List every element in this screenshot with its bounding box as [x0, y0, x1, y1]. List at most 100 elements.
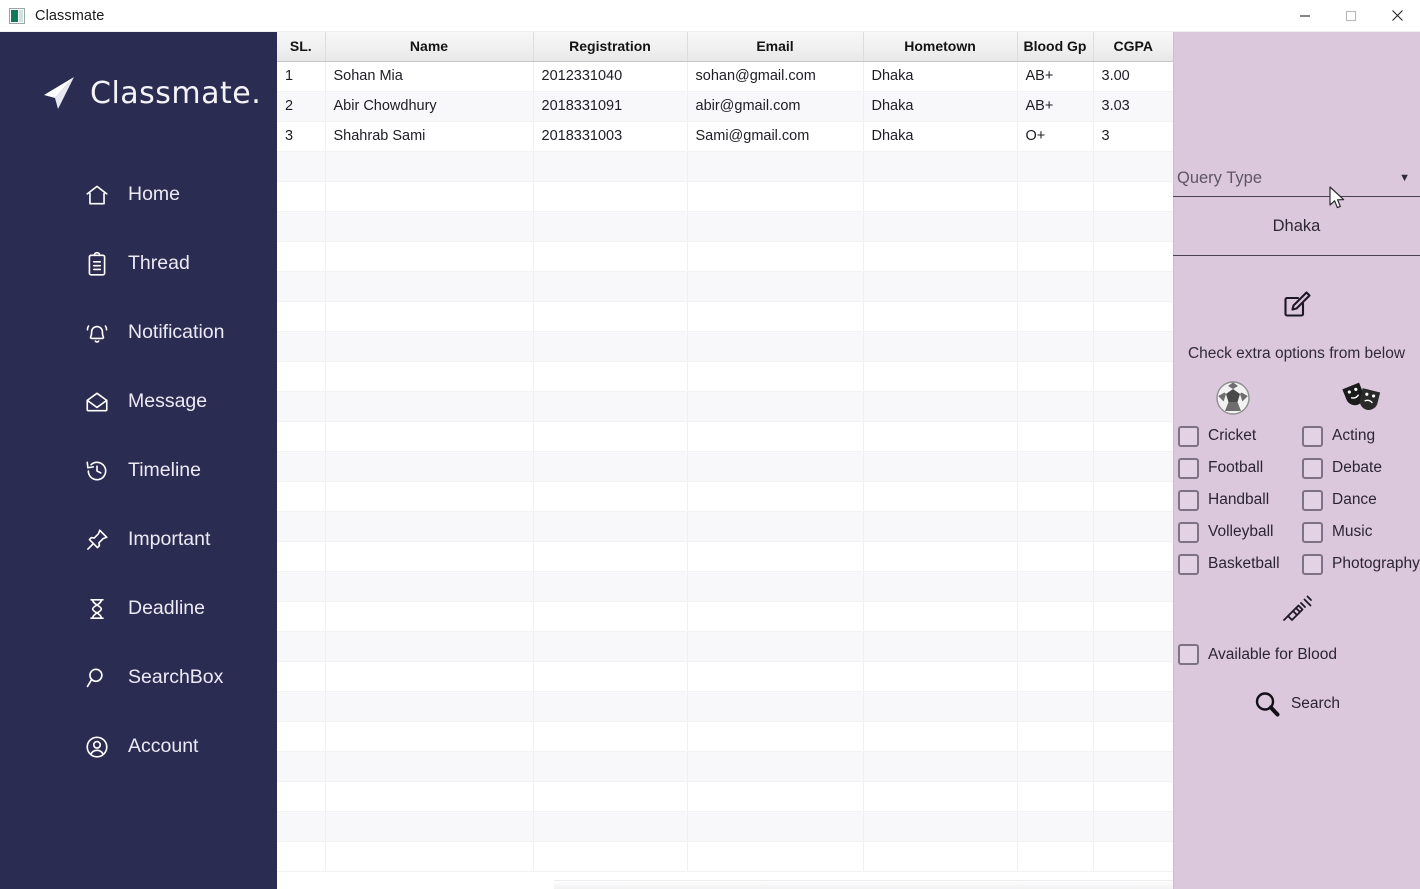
- query-value-input[interactable]: Dhaka: [1173, 197, 1420, 256]
- cell-blood-gp: O+: [1017, 121, 1094, 152]
- cell-empty: [1093, 811, 1173, 842]
- cell-blood-gp: AB+: [1017, 61, 1094, 92]
- column-header-registration[interactable]: Registration: [533, 32, 688, 62]
- checkbox[interactable]: [1302, 425, 1323, 447]
- sidebar-item-notification[interactable]: Notification: [0, 298, 277, 367]
- table-row-empty[interactable]: [277, 361, 1173, 392]
- cell-empty: [687, 301, 864, 332]
- cell-empty: [533, 151, 688, 182]
- edit-button[interactable]: [1173, 290, 1420, 318]
- cell-empty: [1093, 601, 1173, 632]
- table-row-empty[interactable]: [277, 181, 1173, 212]
- cell-empty: [863, 451, 1018, 482]
- checkbox[interactable]: [1178, 457, 1199, 479]
- checkbox[interactable]: [1302, 521, 1323, 543]
- table-row-empty[interactable]: [277, 721, 1173, 752]
- sidebar-item-message[interactable]: Message: [0, 367, 277, 436]
- query-type-dropdown[interactable]: Query Type ▼: [1173, 160, 1420, 197]
- minimize-button[interactable]: [1282, 0, 1328, 32]
- column-header-cgpa[interactable]: CGPA: [1093, 32, 1173, 62]
- cell-name: Sohan Mia: [325, 61, 534, 92]
- checkbox[interactable]: [1178, 553, 1199, 575]
- table-row-empty[interactable]: [277, 151, 1173, 182]
- table-row-empty[interactable]: [277, 661, 1173, 692]
- table-row-empty[interactable]: [277, 781, 1173, 812]
- close-button[interactable]: [1374, 0, 1420, 32]
- cell-empty: [277, 421, 326, 452]
- cell-empty: [1017, 421, 1094, 452]
- table-row-empty[interactable]: [277, 271, 1173, 302]
- checkbox[interactable]: [1302, 457, 1323, 479]
- cell-empty: [1017, 271, 1094, 302]
- table-row-empty[interactable]: [277, 571, 1173, 602]
- table-row[interactable]: 1 Sohan Mia 2012331040 sohan@gmail.com Dhaka…: [277, 61, 1173, 92]
- extra-options-hint: Check extra options from below: [1187, 345, 1406, 362]
- sidebar-item-home[interactable]: Home: [0, 160, 277, 229]
- student-table-container[interactable]: SL. Name Registration Email Hometown Blo…: [277, 32, 1173, 889]
- cell-empty: [1093, 361, 1173, 392]
- cell-empty: [277, 511, 326, 542]
- sidebar-item-label: Message: [128, 389, 208, 412]
- table-row-empty[interactable]: [277, 241, 1173, 272]
- arts-option-acting[interactable]: Acting: [1297, 420, 1420, 452]
- table-row[interactable]: 2 Abir Chowdhury 2018331091 abir@gmail.com D…: [277, 91, 1173, 122]
- table-row-empty[interactable]: [277, 511, 1173, 542]
- column-header-email[interactable]: Email: [687, 32, 864, 62]
- cell-empty: [863, 751, 1018, 782]
- sidebar-item-timeline[interactable]: Timeline: [0, 436, 277, 505]
- table-row-empty[interactable]: [277, 811, 1173, 842]
- cell-empty: [1093, 691, 1173, 722]
- maximize-button[interactable]: [1328, 0, 1374, 32]
- checkbox[interactable]: [1302, 553, 1323, 575]
- sidebar-item-deadline[interactable]: Deadline: [0, 574, 277, 643]
- available-for-blood-checkbox[interactable]: [1178, 644, 1199, 665]
- theater-masks-icon: [1342, 382, 1381, 410]
- sidebar-item-important[interactable]: Important: [0, 505, 277, 574]
- sidebar-item-searchbox[interactable]: SearchBox: [0, 643, 277, 712]
- search-button[interactable]: Search: [1173, 690, 1420, 718]
- table-row-empty[interactable]: [277, 631, 1173, 662]
- cell-empty: [533, 571, 688, 602]
- sports-option-volleyball[interactable]: Volleyball: [1173, 516, 1297, 548]
- checkbox[interactable]: [1302, 489, 1323, 511]
- cell-empty: [277, 841, 326, 872]
- sports-option-football[interactable]: Football: [1173, 452, 1297, 484]
- table-row-empty[interactable]: [277, 391, 1173, 422]
- cell-empty: [325, 331, 534, 362]
- table-row[interactable]: 3 Shahrab Sami 2018331003 Sami@gmail.com Dha…: [277, 121, 1173, 152]
- column-header-name[interactable]: Name: [325, 32, 534, 62]
- table-row-empty[interactable]: [277, 451, 1173, 482]
- cell-empty: [863, 301, 1018, 332]
- sports-option-cricket[interactable]: Cricket: [1173, 420, 1297, 452]
- cell-empty: [1093, 661, 1173, 692]
- column-header-sl[interactable]: SL.: [277, 32, 326, 62]
- table-row-empty[interactable]: [277, 211, 1173, 242]
- table-row-empty[interactable]: [277, 751, 1173, 782]
- available-for-blood-option[interactable]: Available for Blood: [1178, 644, 1337, 665]
- table-row-empty[interactable]: [277, 331, 1173, 362]
- sidebar-item-thread[interactable]: Thread: [0, 229, 277, 298]
- brand-name: Classmate.: [90, 75, 262, 111]
- table-row-empty[interactable]: [277, 841, 1173, 872]
- cell-empty: [1017, 211, 1094, 242]
- sidebar-item-account[interactable]: Account: [0, 712, 277, 781]
- sports-option-handball[interactable]: Handball: [1173, 484, 1297, 516]
- column-header-hometown[interactable]: Hometown: [863, 32, 1018, 62]
- column-header-blood-gp[interactable]: Blood Gp: [1017, 32, 1094, 62]
- table-row-empty[interactable]: [277, 421, 1173, 452]
- table-row-empty[interactable]: [277, 481, 1173, 512]
- table-row-empty[interactable]: [277, 541, 1173, 572]
- sports-option-basketball[interactable]: Basketball: [1173, 548, 1297, 580]
- arts-option-music[interactable]: Music: [1297, 516, 1420, 548]
- table-row-empty[interactable]: [277, 691, 1173, 722]
- cell-empty: [533, 271, 688, 302]
- checkbox[interactable]: [1178, 521, 1199, 543]
- checkbox[interactable]: [1178, 489, 1199, 511]
- arts-option-dance[interactable]: Dance: [1297, 484, 1420, 516]
- horizontal-scrollbar[interactable]: [554, 880, 1173, 889]
- table-row-empty[interactable]: [277, 301, 1173, 332]
- table-row-empty[interactable]: [277, 601, 1173, 632]
- checkbox[interactable]: [1178, 425, 1199, 447]
- arts-option-photography[interactable]: Photography: [1297, 548, 1420, 580]
- arts-option-debate[interactable]: Debate: [1297, 452, 1420, 484]
